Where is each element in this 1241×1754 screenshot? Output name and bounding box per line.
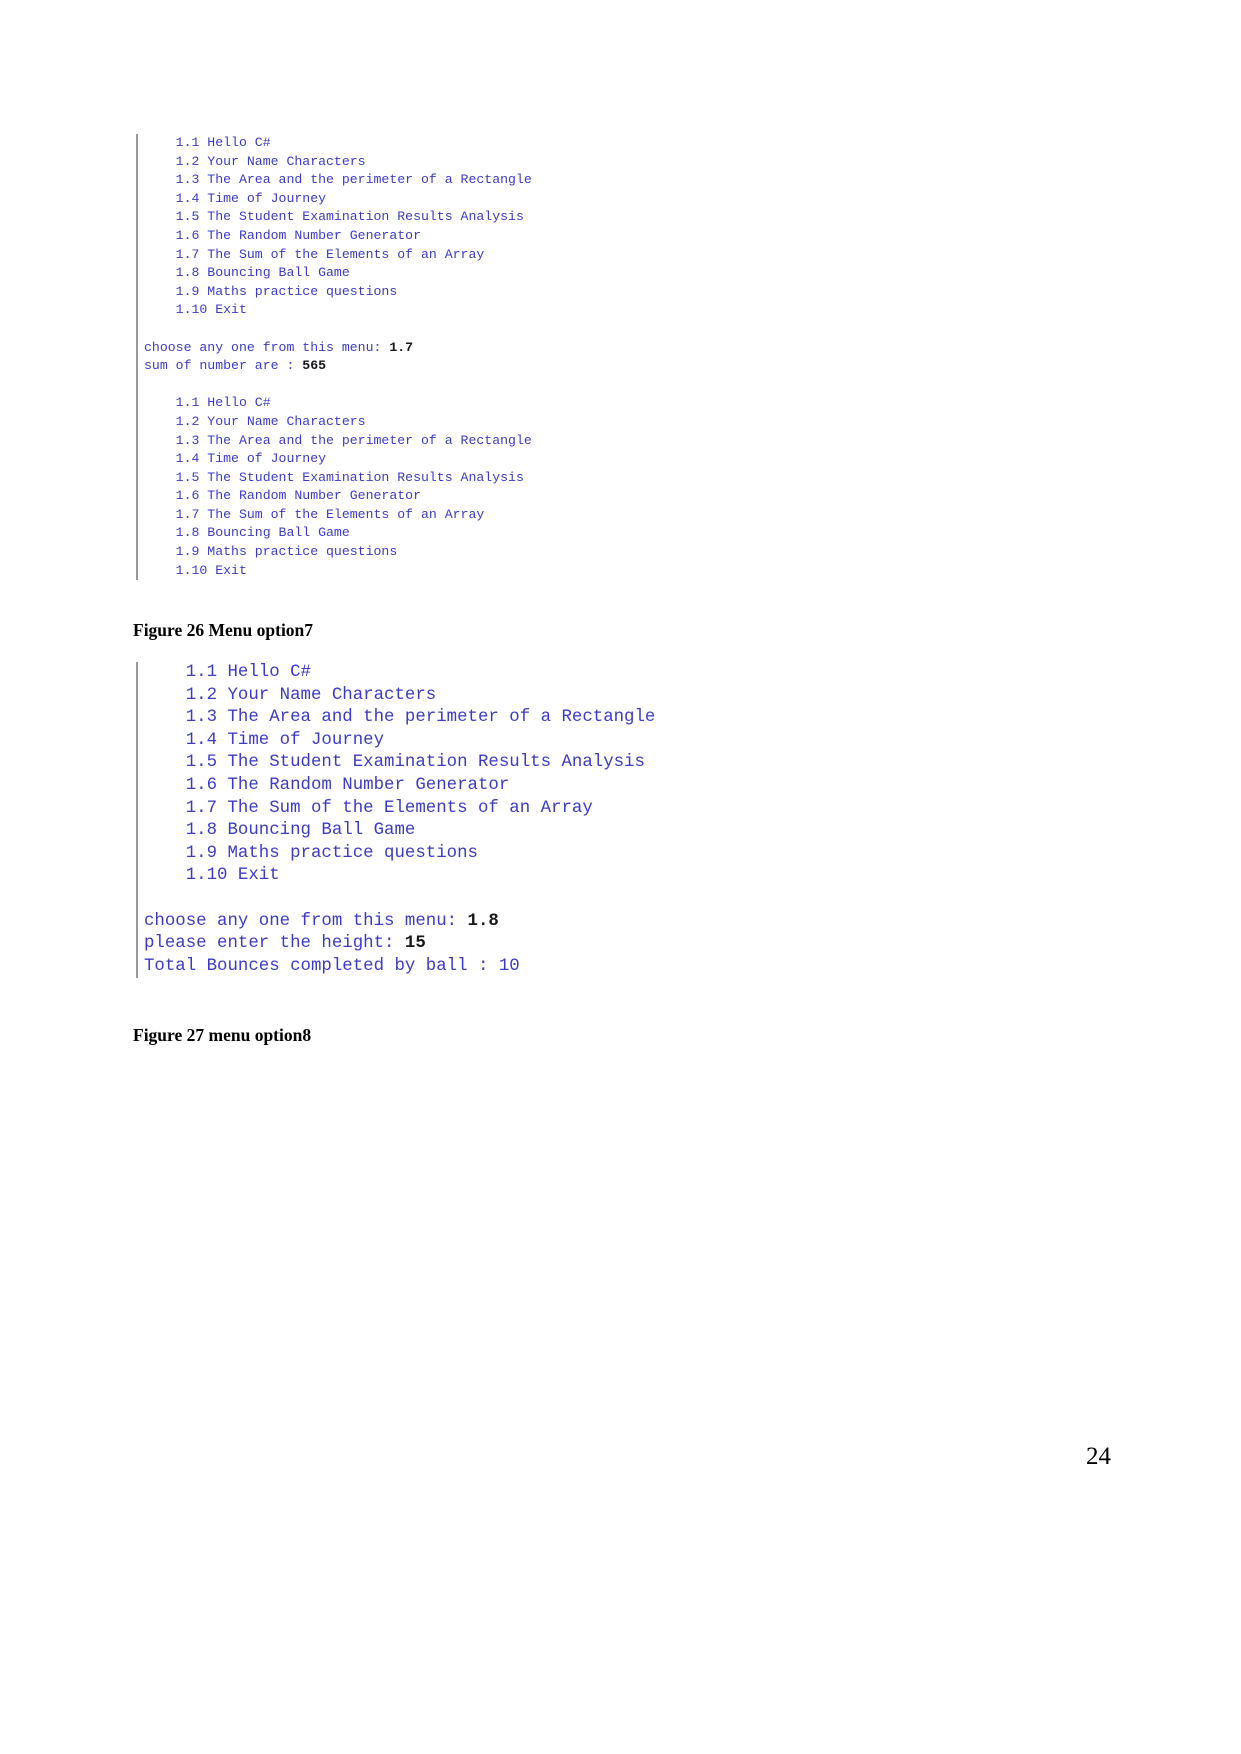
- console-line: 1.1 Hello C#: [144, 663, 311, 682]
- console-line: sum of number are : 565: [144, 358, 327, 374]
- console-line: 1.7 The Sum of the Elements of an Array: [144, 246, 485, 262]
- page-number: 24: [1086, 1443, 1111, 1470]
- console-input-value: 15: [404, 934, 426, 954]
- console-line: 1.3 The Area and the perimeter of a Rect…: [144, 432, 532, 448]
- console-line: 1.8 Bouncing Ball Game: [144, 265, 350, 281]
- console-line: 1.6 The Random Number Generator: [144, 227, 421, 243]
- console-line: 1.7 The Sum of the Elements of an Array: [144, 798, 593, 818]
- console-output-figure-27: 1.1 Hello C# 1.2 Your Name Characters 1.…: [136, 662, 756, 979]
- figure-caption-26: Figure 26 Menu option7: [133, 620, 314, 640]
- console-line: 1.8 Bouncing Ball Game: [144, 821, 416, 841]
- console-input-value: 1.7: [389, 339, 414, 355]
- console-line: please enter the height: 15: [144, 934, 426, 954]
- console-line: 1.9 Maths practice questions: [144, 544, 398, 560]
- console-line: 1.1 Hello C#: [144, 135, 271, 150]
- console-line: 1.10 Exit: [144, 866, 280, 886]
- console-line: 1.10 Exit: [144, 562, 247, 578]
- console-line: 1.5 The Student Examination Results Anal…: [144, 209, 524, 225]
- console-line: 1.2 Your Name Characters: [144, 153, 366, 169]
- console-line: 1.8 Bouncing Ball Game: [144, 525, 350, 541]
- document-page: 1.1 Hello C# 1.2 Your Name Characters 1.…: [0, 0, 1241, 1754]
- console-line: 1.9 Maths practice questions: [144, 283, 398, 299]
- console-line: 1.7 The Sum of the Elements of an Array: [144, 506, 485, 522]
- console-line: 1.4 Time of Journey: [144, 730, 385, 750]
- console-line: 1.2 Your Name Characters: [144, 413, 366, 429]
- console-line: choose any one from this menu: 1.7: [144, 339, 414, 355]
- console-input-value: 1.8: [467, 911, 499, 931]
- console-input-value: 565: [302, 358, 327, 374]
- console-line: 1.5 The Student Examination Results Anal…: [144, 753, 645, 773]
- console-line: 1.3 The Area and the perimeter of a Rect…: [144, 172, 532, 188]
- console-line: choose any one from this menu: 1.8: [144, 911, 499, 931]
- console-line: 1.10 Exit: [144, 302, 247, 318]
- console-line: 1.4 Time of Journey: [144, 451, 327, 467]
- console-line: 1.6 The Random Number Generator: [144, 775, 510, 795]
- console-line: 1.5 The Student Examination Results Anal…: [144, 469, 524, 485]
- figure-caption-27: Figure 27 menu option8: [133, 1025, 312, 1045]
- console-line: Total Bounces completed by ball : 10: [144, 956, 520, 976]
- console-line: 1.3 The Area and the perimeter of a Rect…: [144, 708, 656, 728]
- console-line: 1.2 Your Name Characters: [144, 685, 437, 705]
- console-line: 1.9 Maths practice questions: [144, 843, 478, 863]
- console-line: 1.6 The Random Number Generator: [144, 488, 421, 504]
- console-line: 1.1 Hello C#: [144, 395, 271, 411]
- console-output-figure-26: 1.1 Hello C# 1.2 Your Name Characters 1.…: [136, 134, 696, 581]
- console-line: 1.4 Time of Journey: [144, 190, 327, 206]
